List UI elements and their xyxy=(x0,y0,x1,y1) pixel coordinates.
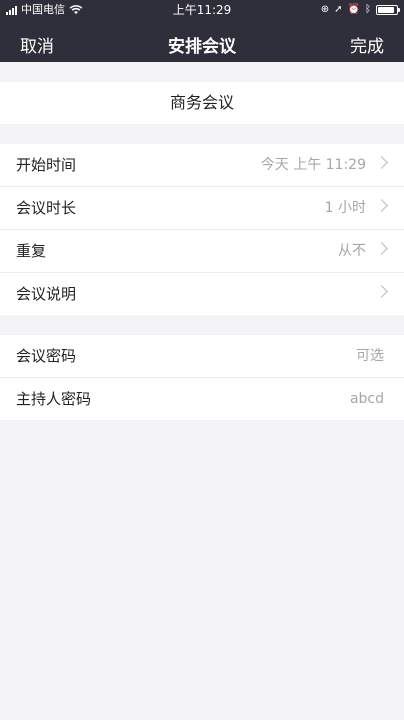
done-button[interactable]: 完成 xyxy=(350,32,384,57)
section-gap xyxy=(0,62,404,82)
status-right: ⊕ ➚ ⏰ ᛒ xyxy=(320,0,400,20)
duration-label: 会议时长 xyxy=(16,199,77,217)
settings-content: 商务会议 开始时间 今天 上午 11:29 会议时长 1 小时 重复 从不 会议… xyxy=(0,62,404,420)
host-password-field[interactable]: abcd xyxy=(350,378,384,420)
repeat-value: 从不 xyxy=(338,243,366,259)
description-label: 会议说明 xyxy=(16,285,77,303)
chevron-right-icon xyxy=(375,285,388,298)
section-gap xyxy=(0,315,404,335)
password-settings-group: 会议密码 可选 主持人密码 abcd xyxy=(0,335,404,420)
repeat-row[interactable]: 重复 从不 xyxy=(0,230,404,273)
start-time-label: 开始时间 xyxy=(16,156,77,174)
app-header: 中国电信 上午11:29 ⊕ ➚ ⏰ ᛒ 取消 安排会议 完成 xyxy=(0,0,404,62)
page-title: 安排会议 xyxy=(168,37,236,57)
start-time-value: 今天 上午 11:29 xyxy=(260,157,366,173)
host-password-label: 主持人密码 xyxy=(16,390,92,408)
nav-bar: 取消 安排会议 完成 xyxy=(0,22,404,62)
repeat-label: 重复 xyxy=(16,242,47,260)
section-gap xyxy=(0,124,404,144)
battery-level xyxy=(378,7,395,13)
description-row[interactable]: 会议说明 xyxy=(0,273,404,315)
chevron-right-icon xyxy=(375,156,388,169)
chevron-right-icon xyxy=(375,242,388,255)
schedule-settings-group: 开始时间 今天 上午 11:29 会议时长 1 小时 重复 从不 会议说明 xyxy=(0,144,404,315)
alarm-icon: ⏰ xyxy=(347,4,360,15)
meeting-password-row[interactable]: 会议密码 可选 xyxy=(0,335,404,378)
bluetooth-icon: ᛒ xyxy=(365,4,371,15)
meeting-topic-field[interactable]: 商务会议 xyxy=(0,82,404,124)
duration-row[interactable]: 会议时长 1 小时 xyxy=(0,187,404,230)
start-time-row[interactable]: 开始时间 今天 上午 11:29 xyxy=(0,144,404,187)
host-password-row[interactable]: 主持人密码 abcd xyxy=(0,378,404,420)
screen-lock-rotation-icon: ⊕ xyxy=(320,4,330,15)
battery-icon xyxy=(376,5,400,15)
duration-value: 1 小时 xyxy=(324,200,366,216)
status-bar: 中国电信 上午11:29 ⊕ ➚ ⏰ ᛒ xyxy=(0,0,404,20)
chevron-right-icon xyxy=(375,199,388,212)
meeting-password-label: 会议密码 xyxy=(16,347,77,365)
meeting-password-field[interactable]: 可选 xyxy=(356,335,384,377)
location-arrow-icon: ➚ xyxy=(334,4,343,15)
